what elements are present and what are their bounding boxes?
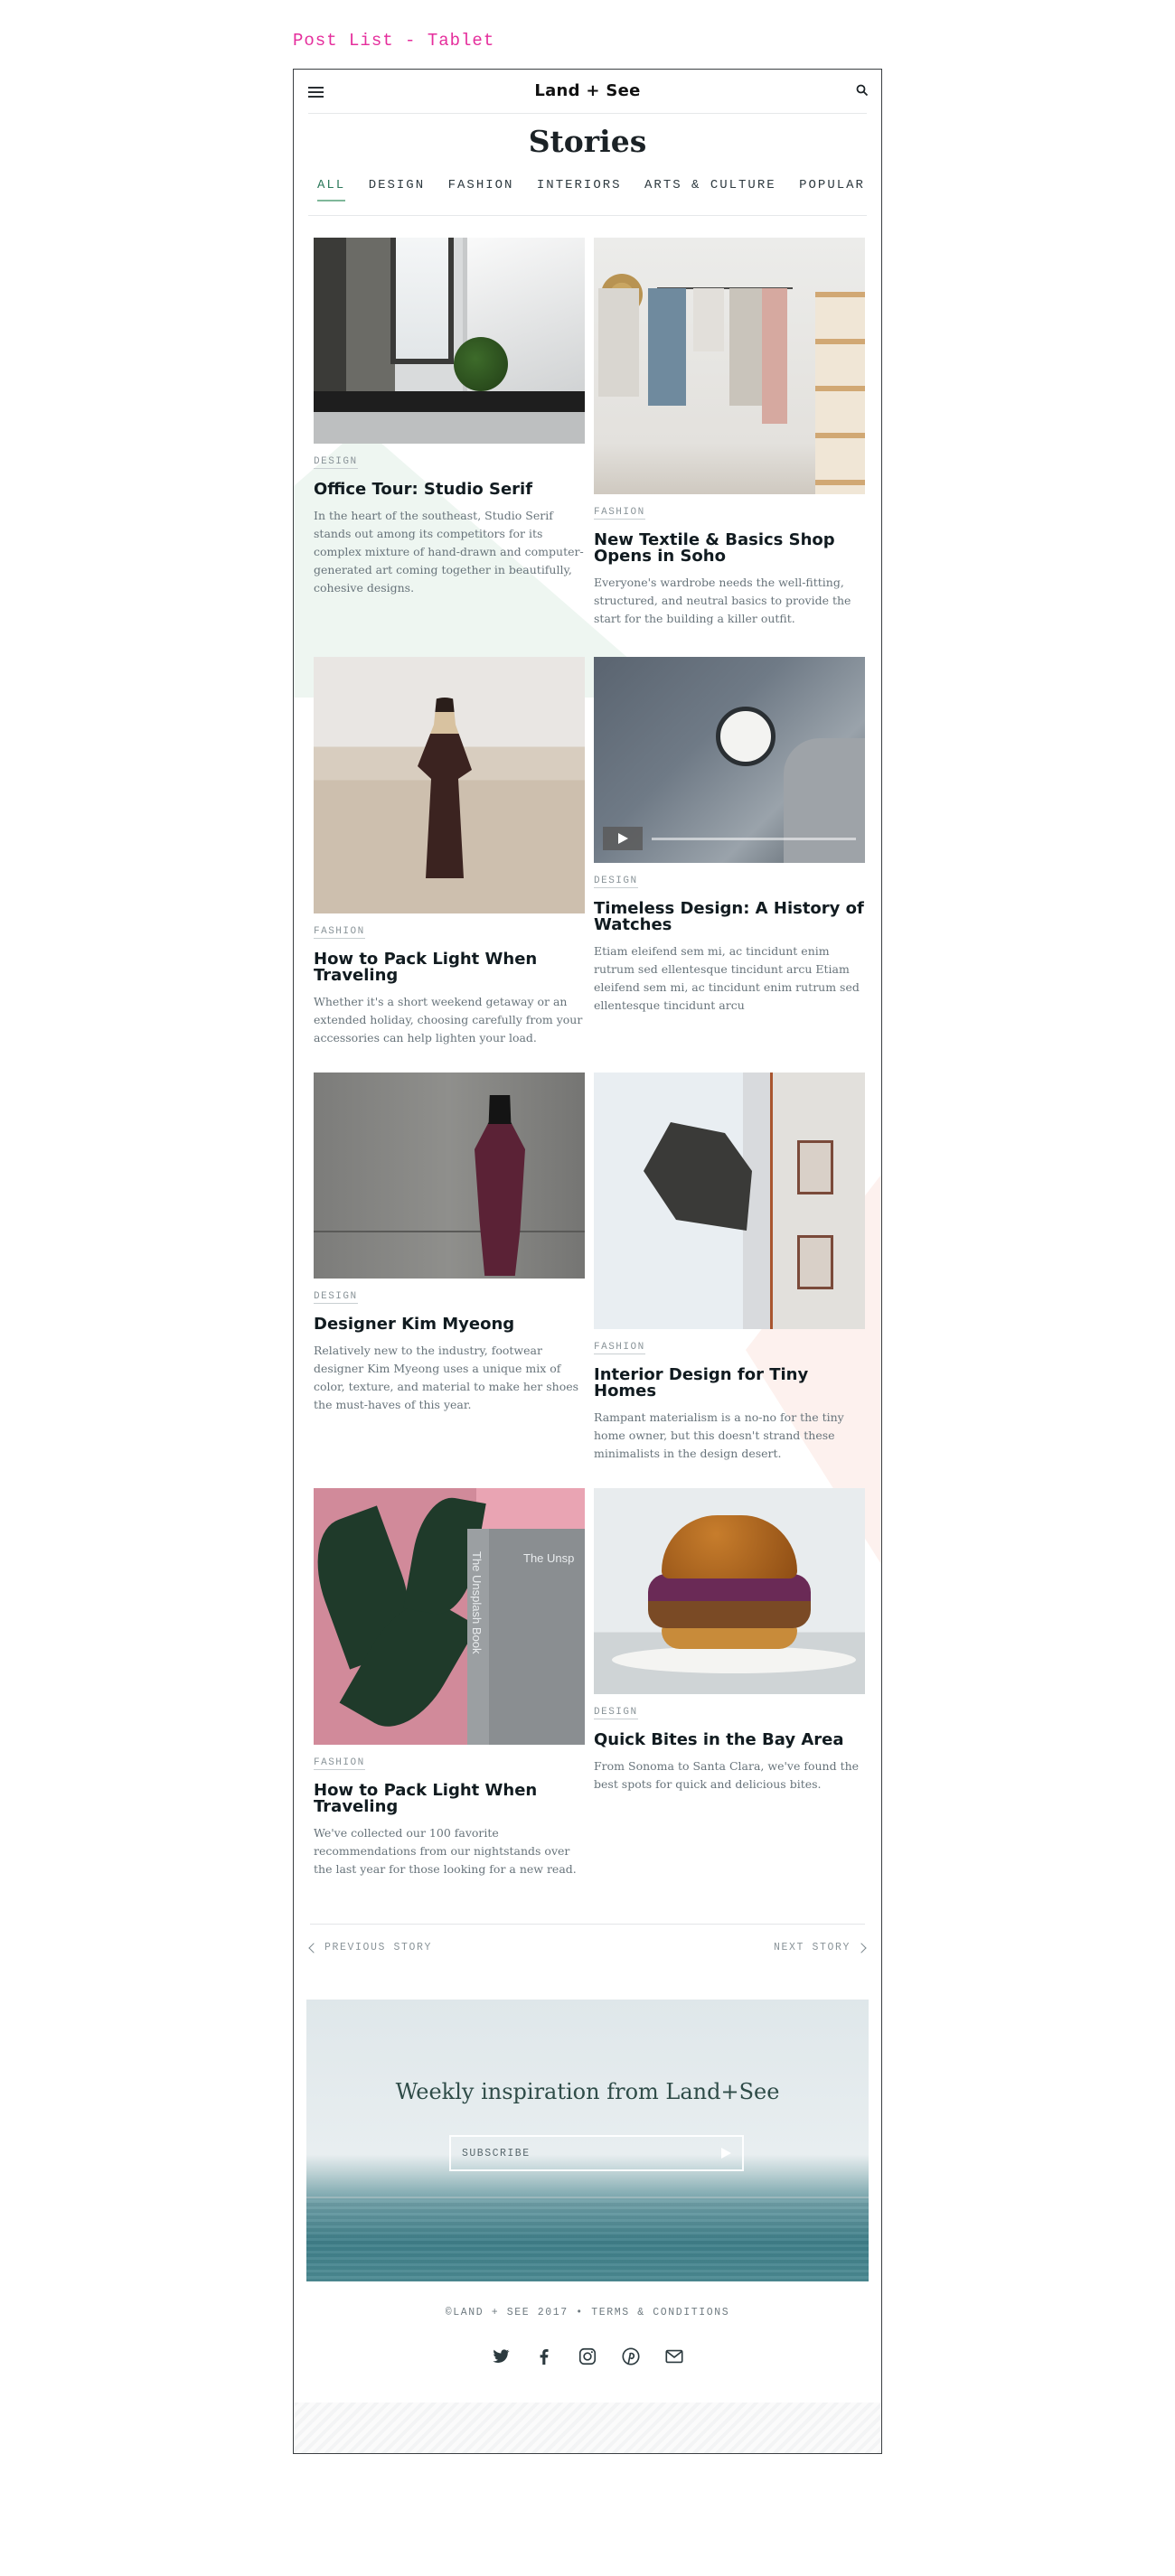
top-bar: Land + See	[294, 70, 881, 113]
post-card: DESIGN Quick Bites in the Bay Area From …	[594, 1488, 865, 1794]
page-title: Stories	[528, 124, 647, 159]
search-icon[interactable]	[856, 84, 869, 97]
divider	[308, 215, 867, 216]
next-story-link[interactable]: NEXT STORY	[773, 1942, 867, 1953]
mail-icon[interactable]	[664, 2347, 684, 2366]
book-spine-title: The Unsplash Book	[470, 1551, 484, 1654]
tablet-frame: Land + See Stories ALL DESIGN FASHION IN…	[293, 69, 882, 2454]
post-card: DESIGN Office Tour: Studio Serif In the …	[314, 238, 585, 597]
post-category[interactable]: DESIGN	[314, 1291, 358, 1304]
footer-pattern	[294, 2403, 881, 2453]
post-category[interactable]: FASHION	[314, 926, 365, 939]
previous-story-link[interactable]: PREVIOUS STORY	[308, 1942, 433, 1953]
post-card: The Unsp The Unsplash Book FASHION How t…	[314, 1488, 585, 1878]
post-excerpt: Etiam eleifend sem mi, ac tincidunt enim…	[594, 944, 860, 1012]
previous-story-label: PREVIOUS STORY	[324, 1942, 433, 1953]
newsletter-banner: Weekly inspiration from Land+See SUBSCRI…	[306, 2000, 869, 2281]
video-player-controls	[603, 827, 856, 850]
post-excerpt: Everyone's wardrobe needs the well-fitti…	[594, 576, 851, 625]
post-card: FASHION How to Pack Light When Traveling…	[314, 657, 585, 1047]
post-title[interactable]: Designer Kim Myeong	[314, 1316, 585, 1333]
video-progress-bar[interactable]	[652, 838, 856, 840]
post-image[interactable]	[314, 238, 585, 444]
post-excerpt: In the heart of the southeast, Studio Se…	[314, 509, 584, 595]
post-card: DESIGN Designer Kim Myeong Relatively ne…	[314, 1073, 585, 1414]
post-title[interactable]: New Textile & Basics Shop Opens in Soho	[594, 532, 865, 565]
brand-logo[interactable]: Land + See	[294, 81, 881, 100]
post-title[interactable]: Timeless Design: A History of Watches	[594, 901, 865, 933]
newsletter-title: Weekly inspiration from Land+See	[395, 2079, 780, 2104]
post-title[interactable]: Interior Design for Tiny Homes	[594, 1367, 865, 1400]
post-image[interactable]	[594, 238, 865, 494]
post-video[interactable]	[594, 657, 865, 863]
post-image[interactable]	[314, 1073, 585, 1279]
post-category[interactable]: FASHION	[594, 507, 645, 520]
footer-legal: ©LAND + SEE 2017 • TERMS & CONDITIONS	[294, 2307, 881, 2318]
post-title[interactable]: Office Tour: Studio Serif	[314, 482, 585, 498]
post-category[interactable]: FASHION	[594, 1342, 645, 1354]
tab-all[interactable]: ALL	[317, 178, 346, 201]
post-category[interactable]: FASHION	[314, 1757, 365, 1770]
twitter-icon[interactable]	[491, 2347, 511, 2366]
post-excerpt: We've collected our 100 favorite recomme…	[314, 1826, 577, 1876]
instagram-icon[interactable]	[578, 2347, 597, 2366]
separator: •	[576, 2307, 584, 2318]
tab-interiors[interactable]: INTERIORS	[537, 178, 622, 201]
tab-design[interactable]: DESIGN	[369, 178, 425, 201]
send-arrow-icon[interactable]	[721, 2148, 731, 2159]
tab-popular[interactable]: POPULAR	[799, 178, 865, 201]
artboard-label: Post List - Tablet	[293, 31, 495, 51]
post-card: FASHION Interior Design for Tiny Homes R…	[594, 1073, 865, 1463]
category-tabs: ALL DESIGN FASHION INTERIORS ARTS & CULT…	[317, 178, 865, 205]
post-image[interactable]	[594, 1488, 865, 1694]
post-image[interactable]	[594, 1073, 865, 1329]
post-category[interactable]: DESIGN	[314, 456, 358, 469]
post-excerpt: Rampant materialism is a no-no for the t…	[594, 1410, 844, 1460]
subscribe-field[interactable]: SUBSCRIBE	[449, 2135, 744, 2171]
post-card: FASHION New Textile & Basics Shop Opens …	[594, 238, 865, 628]
tab-arts-culture[interactable]: ARTS & CULTURE	[644, 178, 776, 201]
social-links	[294, 2347, 881, 2366]
chevron-left-icon	[308, 1942, 319, 1953]
post-excerpt: From Sonoma to Santa Clara, we've found …	[594, 1759, 860, 1791]
post-category[interactable]: DESIGN	[594, 876, 638, 888]
post-image[interactable]	[314, 657, 585, 913]
post-category[interactable]: DESIGN	[594, 1707, 638, 1719]
play-icon[interactable]	[603, 827, 643, 850]
terms-link[interactable]: TERMS & CONDITIONS	[591, 2307, 729, 2318]
post-title[interactable]: How to Pack Light When Traveling	[314, 1783, 585, 1815]
post-title[interactable]: How to Pack Light When Traveling	[314, 951, 585, 984]
pinterest-icon[interactable]	[621, 2347, 641, 2366]
divider	[308, 113, 867, 114]
divider	[310, 1924, 865, 1925]
post-excerpt: Whether it's a short weekend getaway or …	[314, 995, 583, 1044]
chevron-right-icon	[856, 1942, 867, 1953]
next-story-label: NEXT STORY	[773, 1942, 851, 1953]
book-cover-title: The Unsp	[523, 1551, 575, 1565]
facebook-icon[interactable]	[534, 2347, 554, 2366]
tab-fashion[interactable]: FASHION	[448, 178, 514, 201]
copyright: ©LAND + SEE 2017	[445, 2307, 569, 2318]
post-title[interactable]: Quick Bites in the Bay Area	[594, 1732, 865, 1748]
post-excerpt: Relatively new to the industry, footwear…	[314, 1344, 579, 1411]
post-card: DESIGN Timeless Design: A History of Wat…	[594, 657, 865, 1015]
subscribe-placeholder: SUBSCRIBE	[462, 2148, 531, 2159]
post-image[interactable]: The Unsp The Unsplash Book	[314, 1488, 585, 1745]
